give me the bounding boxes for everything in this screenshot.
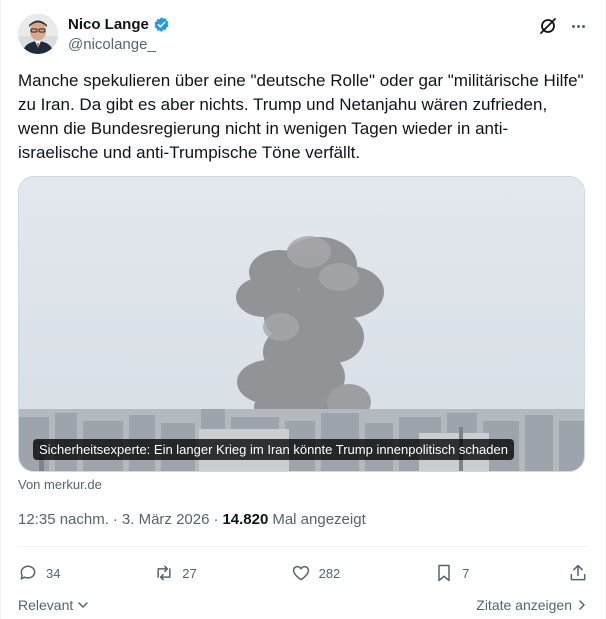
card-title[interactable]: Sicherheitsexperte: Ein langer Krieg im … bbox=[33, 439, 514, 460]
sort-label: Relevant bbox=[18, 597, 74, 613]
tweet-text: Manche spekulieren über eine "deutsche R… bbox=[18, 71, 584, 162]
author-handle[interactable]: @nicolange_ bbox=[68, 36, 170, 53]
reply-button[interactable]: 34 bbox=[18, 563, 60, 583]
bookmark-icon bbox=[438, 564, 450, 582]
reply-footer: Relevant Zitate anzeigen bbox=[18, 595, 588, 615]
view-quotes-link[interactable]: Zitate anzeigen bbox=[476, 597, 588, 613]
like-count: 282 bbox=[318, 565, 341, 581]
verified-badge-icon bbox=[153, 16, 170, 33]
sort-dropdown[interactable]: Relevant bbox=[18, 597, 89, 613]
repost-count: 27 bbox=[182, 565, 197, 581]
like-button[interactable]: 282 bbox=[291, 563, 341, 583]
chevron-down-icon bbox=[78, 602, 89, 608]
heart-icon bbox=[292, 565, 309, 581]
bookmark-count: 7 bbox=[462, 565, 470, 581]
reply-icon bbox=[20, 565, 36, 580]
meta-separator: · bbox=[112, 511, 118, 528]
more-options-icon[interactable] bbox=[568, 16, 588, 36]
views-count: 14.820 bbox=[222, 511, 269, 528]
reply-count: 34 bbox=[46, 565, 61, 581]
card-image bbox=[19, 177, 584, 471]
author-name[interactable]: Nico Lange bbox=[68, 16, 149, 33]
tweet-date[interactable]: 3. März 2026 bbox=[122, 511, 210, 528]
quotes-label: Zitate anzeigen bbox=[476, 597, 572, 613]
link-card[interactable]: Sicherheitsexperte: Ein langer Krieg im … bbox=[18, 176, 585, 472]
repost-button[interactable]: 27 bbox=[154, 563, 197, 583]
tweet-header: Nico Lange @nicolange_ bbox=[18, 12, 588, 56]
author-block: Nico Lange @nicolange_ bbox=[68, 16, 170, 53]
share-button[interactable] bbox=[568, 563, 588, 583]
card-source[interactable]: Von merkur.de bbox=[18, 477, 102, 492]
divider bbox=[18, 546, 588, 547]
share-icon bbox=[570, 564, 586, 581]
tweet-time[interactable]: 12:35 nachm. bbox=[18, 511, 109, 528]
tweet-meta: 12:35 nachm. · 3. März 2026 · 14.820 Mal… bbox=[18, 511, 366, 528]
grok-icon[interactable] bbox=[538, 16, 558, 36]
bookmark-button[interactable]: 7 bbox=[434, 563, 474, 583]
chevron-right-icon bbox=[579, 600, 585, 610]
avatar[interactable] bbox=[18, 14, 58, 54]
left-border bbox=[0, 0, 1, 619]
repost-icon bbox=[157, 565, 171, 581]
action-bar: 34 27 282 7 bbox=[18, 559, 588, 587]
views-label: Mal angezeigt bbox=[272, 511, 366, 528]
meta-separator: · bbox=[213, 511, 219, 528]
